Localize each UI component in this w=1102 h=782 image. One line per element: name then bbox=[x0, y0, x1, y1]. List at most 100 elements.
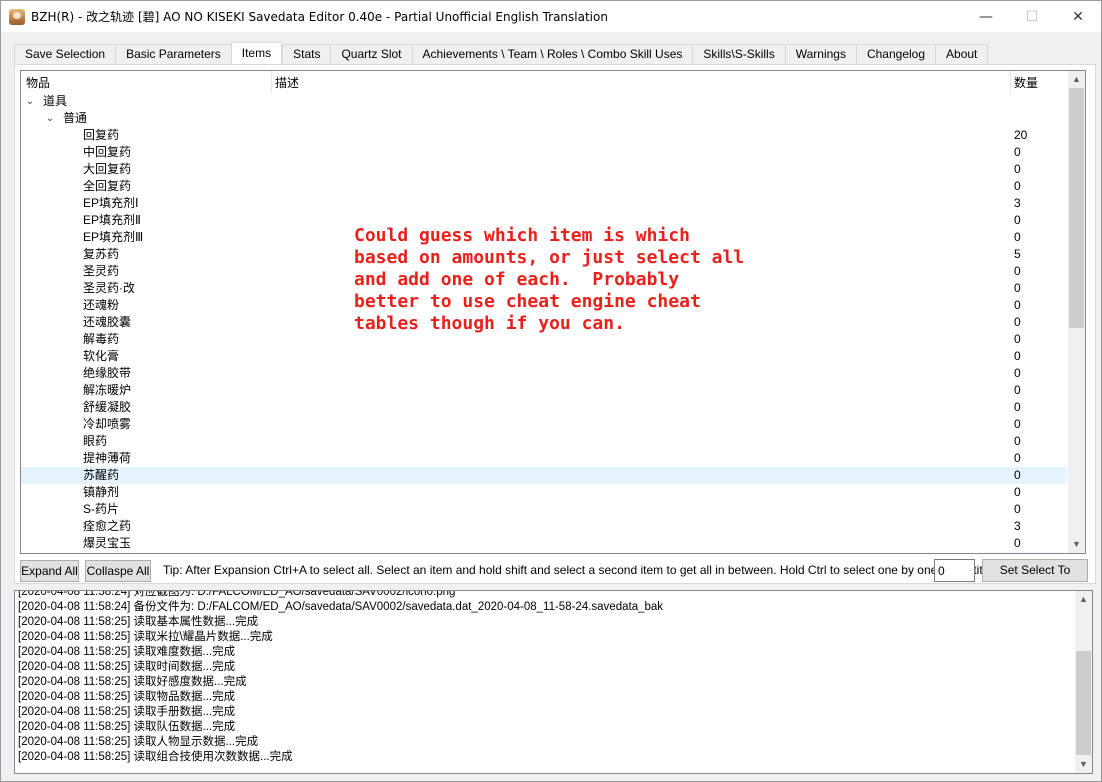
tab-achievements[interactable]: Achievements \ Team \ Roles \ Combo Skil… bbox=[411, 44, 693, 64]
item-name: 舒缓凝胶 bbox=[83, 400, 132, 414]
log-line: [2020-04-08 11:58:25] 读取组合技使用次数数据...完成 bbox=[18, 751, 293, 763]
item-name: 还魂粉 bbox=[83, 298, 120, 312]
item-name: 爆灵宝玉 bbox=[83, 536, 132, 550]
tree-item-row[interactable]: 镇静剂 0 bbox=[21, 484, 1067, 501]
item-name: 软化膏 bbox=[83, 349, 120, 363]
tree-item-row[interactable]: 软化膏 0 bbox=[21, 348, 1067, 365]
item-quantity: 0 bbox=[1014, 298, 1021, 312]
item-quantity: 0 bbox=[1014, 400, 1021, 414]
tree-item-row[interactable]: 苏醒药 0 bbox=[21, 467, 1067, 484]
minimize-button[interactable]: — bbox=[963, 1, 1009, 32]
tree-node-root[interactable]: ⌄ 道具 bbox=[21, 93, 1067, 110]
tab-about[interactable]: About bbox=[935, 44, 989, 64]
tree-item-row[interactable]: 冷却喷雾 0 bbox=[21, 416, 1067, 433]
item-quantity: 0 bbox=[1014, 417, 1021, 431]
tab-skills[interactable]: Skills\S-Skills bbox=[692, 44, 785, 64]
item-tree[interactable]: 物品 描述 数量 ⌄ 道具 ⌄ 普通 回复药 20 中回复药 0 大回复药 0 全回复药 0 E… bbox=[20, 70, 1086, 554]
item-name: 大回复药 bbox=[83, 162, 132, 176]
scroll-down-icon[interactable]: ▼ bbox=[1068, 536, 1085, 553]
log-line: [2020-04-08 11:58:25] 读取人物显示数据...完成 bbox=[18, 736, 259, 748]
tab-warnings[interactable]: Warnings bbox=[784, 44, 856, 64]
tree-item-row[interactable]: 中回复药 0 bbox=[21, 144, 1067, 161]
item-quantity: 0 bbox=[1014, 162, 1021, 176]
scroll-up-icon[interactable]: ▲ bbox=[1068, 71, 1085, 88]
log-line: [2020-04-08 11:58:25] 读取好感度数据...完成 bbox=[18, 676, 247, 688]
maximize-button[interactable]: ☐ bbox=[1009, 1, 1055, 32]
tree-item-row[interactable]: 全回复药 0 bbox=[21, 178, 1067, 195]
log-line: [2020-04-08 11:58:25] 读取基本属性数据...完成 bbox=[18, 616, 259, 628]
item-quantity: 0 bbox=[1014, 349, 1021, 363]
column-header-quantity[interactable]: 数量 bbox=[1014, 74, 1038, 91]
tree-item-row[interactable]: EP填充剂Ⅰ 3 bbox=[21, 195, 1067, 212]
item-name: 苏醒药 bbox=[83, 468, 120, 482]
tree-item-row[interactable]: 回复药 20 bbox=[21, 127, 1067, 144]
item-name: 绝缘胶带 bbox=[83, 366, 132, 380]
item-name: 提神薄荷 bbox=[83, 451, 132, 465]
item-quantity: 0 bbox=[1014, 213, 1021, 227]
item-quantity: 0 bbox=[1014, 536, 1021, 550]
title-bar[interactable]: BZH(R) - 改之轨迹 [碧] AO NO KISEKI Savedata … bbox=[1, 1, 1101, 32]
item-quantity: 0 bbox=[1014, 502, 1021, 516]
item-name: 圣灵药·改 bbox=[83, 281, 135, 295]
item-name: 眼药 bbox=[83, 434, 108, 448]
tree-node-group[interactable]: ⌄ 普通 bbox=[21, 110, 1067, 127]
log-scrollbar[interactable]: ▲ ▼ bbox=[1075, 591, 1092, 773]
quantity-input[interactable] bbox=[934, 559, 975, 582]
tree-item-row[interactable]: 大回复药 0 bbox=[21, 161, 1067, 178]
tree-scrollbar[interactable]: ▲ ▼ bbox=[1068, 71, 1085, 553]
expand-chevron-icon[interactable]: ⌄ bbox=[44, 110, 56, 127]
tree-item-row[interactable]: 爆灵宝玉 0 bbox=[21, 535, 1067, 552]
tab-items[interactable]: Items bbox=[230, 42, 283, 64]
item-name: 回复药 bbox=[83, 128, 120, 142]
scroll-down-icon[interactable]: ▼ bbox=[1075, 756, 1092, 773]
log-line: [2020-04-08 11:58:24] 对应截图为: D:/FALCOM/E… bbox=[18, 590, 456, 598]
item-quantity: 0 bbox=[1014, 281, 1021, 295]
item-quantity: 0 bbox=[1014, 383, 1021, 397]
item-name: 痊愈之药 bbox=[83, 519, 132, 533]
tab-basic-parameters[interactable]: Basic Parameters bbox=[115, 44, 231, 64]
column-header-name[interactable]: 物品 bbox=[26, 74, 50, 91]
scroll-thumb[interactable] bbox=[1069, 88, 1084, 328]
tree-item-row[interactable]: 解冻暖炉 0 bbox=[21, 382, 1067, 399]
window-title: BZH(R) - 改之轨迹 [碧] AO NO KISEKI Savedata … bbox=[31, 10, 608, 24]
log-output[interactable]: [2020-04-08 11:58:24] 对应截图为: D:/FALCOM/E… bbox=[14, 590, 1093, 774]
expand-all-button[interactable]: Expand All bbox=[20, 560, 79, 582]
column-header-description[interactable]: 描述 bbox=[275, 74, 299, 91]
collapse-all-button[interactable]: Collaspe All bbox=[85, 560, 151, 582]
tab-save-selection[interactable]: Save Selection bbox=[14, 44, 116, 64]
tree-item-row[interactable]: 眼药 0 bbox=[21, 433, 1067, 450]
close-button[interactable]: ✕ bbox=[1055, 1, 1101, 32]
item-name: 解冻暖炉 bbox=[83, 383, 132, 397]
tab-quartz-slot[interactable]: Quartz Slot bbox=[330, 44, 412, 64]
tree-item-row[interactable]: 提神薄荷 0 bbox=[21, 450, 1067, 467]
tree-item-row[interactable]: S-药片 0 bbox=[21, 501, 1067, 518]
item-name: 还魂胶囊 bbox=[83, 315, 132, 329]
tree-item-row[interactable]: 绝缘胶带 0 bbox=[21, 365, 1067, 382]
scroll-up-icon[interactable]: ▲ bbox=[1075, 591, 1092, 608]
item-quantity: 0 bbox=[1014, 468, 1021, 482]
item-quantity: 0 bbox=[1014, 434, 1021, 448]
set-select-to-button[interactable]: Set Select To bbox=[982, 559, 1088, 582]
log-line: [2020-04-08 11:58:25] 读取米拉\耀晶片数据...完成 bbox=[18, 631, 273, 643]
item-quantity: 0 bbox=[1014, 332, 1021, 346]
tree-item-row[interactable]: 痊愈之药 3 bbox=[21, 518, 1067, 535]
tab-stats[interactable]: Stats bbox=[282, 44, 331, 64]
item-name: 冷却喷雾 bbox=[83, 417, 132, 431]
item-quantity: 0 bbox=[1014, 485, 1021, 499]
item-name: 解毒药 bbox=[83, 332, 120, 346]
items-tab-panel: 物品 描述 数量 ⌄ 道具 ⌄ 普通 回复药 20 中回复药 0 大回复药 0 全回复药 0 E… bbox=[14, 64, 1096, 584]
expand-chevron-icon[interactable]: ⌄ bbox=[24, 93, 36, 110]
item-quantity: 0 bbox=[1014, 451, 1021, 465]
log-line: [2020-04-08 11:58:25] 读取队伍数据...完成 bbox=[18, 721, 236, 733]
item-name: S-药片 bbox=[83, 502, 120, 516]
log-line: [2020-04-08 11:58:25] 读取时间数据...完成 bbox=[18, 661, 236, 673]
app-icon bbox=[9, 8, 25, 25]
tab-changelog[interactable]: Changelog bbox=[855, 44, 936, 64]
item-name: EP填充剂Ⅱ bbox=[83, 213, 141, 227]
item-quantity: 0 bbox=[1014, 366, 1021, 380]
tree-item-row[interactable]: 舒缓凝胶 0 bbox=[21, 399, 1067, 416]
item-name: 镇静剂 bbox=[83, 485, 120, 499]
log-line: [2020-04-08 11:58:25] 读取手册数据...完成 bbox=[18, 706, 236, 718]
tip-text: Tip: After Expansion Ctrl+A to select al… bbox=[163, 563, 993, 577]
scroll-thumb[interactable] bbox=[1076, 651, 1091, 755]
